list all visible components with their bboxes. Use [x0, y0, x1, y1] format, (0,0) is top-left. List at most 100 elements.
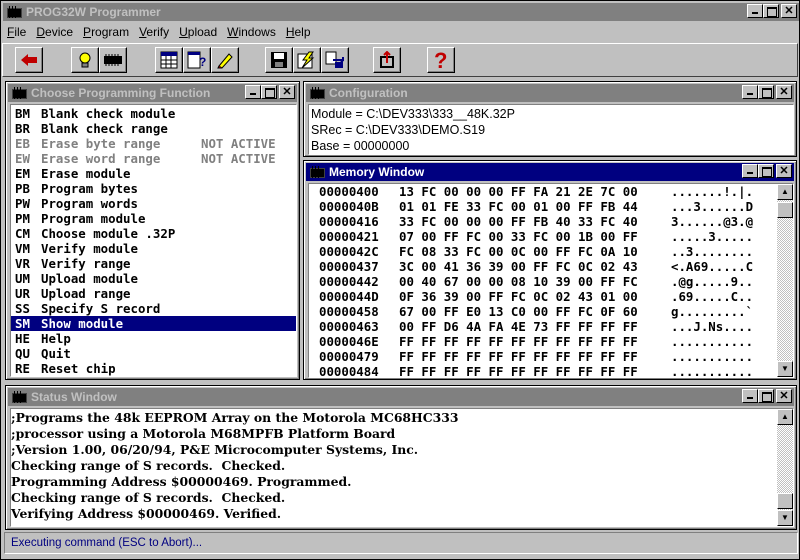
- scroll-down-arrow[interactable]: ▼: [777, 361, 793, 377]
- function-item-cm[interactable]: CM Choose module .32P: [11, 226, 296, 241]
- minimize-button[interactable]: [747, 4, 763, 18]
- scroll-up-arrow[interactable]: ▲: [777, 409, 793, 425]
- close-button[interactable]: ✕: [776, 164, 792, 178]
- function-item-um[interactable]: UM Upload module: [11, 271, 296, 286]
- memory-ascii: .....3.....: [671, 229, 754, 244]
- menu-file[interactable]: File: [2, 25, 31, 39]
- grid-button[interactable]: [155, 47, 183, 73]
- memory-bytes: FF FF FF FF FF FF FF FF FF FF FF: [399, 364, 638, 379]
- question-mark-icon: ?: [434, 49, 447, 71]
- help-button[interactable]: ?: [427, 47, 455, 73]
- window-chip-icon: [11, 390, 27, 404]
- close-button[interactable]: ✕: [279, 85, 295, 99]
- status-title-bar[interactable]: Status Window ✕: [8, 388, 794, 406]
- menu-windows[interactable]: Windows: [222, 25, 281, 39]
- minimize-button[interactable]: [742, 85, 758, 99]
- maximize-button[interactable]: [763, 4, 779, 18]
- memory-ascii: .69.....C..: [671, 289, 754, 304]
- choose-title-bar[interactable]: Choose Programming Function ✕: [8, 84, 297, 102]
- function-item-eb[interactable]: EB Erase byte range NOT ACTIVE: [11, 136, 296, 151]
- maximize-button[interactable]: [758, 164, 774, 178]
- close-button[interactable]: ✕: [776, 389, 792, 403]
- memory-bytes: 0F 36 39 00 FF FC 0C 02 43 01 00: [399, 289, 638, 304]
- scroll-up-arrow[interactable]: ▲: [777, 184, 793, 200]
- function-code: PB: [15, 181, 30, 196]
- program-button[interactable]: [293, 47, 321, 73]
- menu-label-rest: rogram: [91, 25, 130, 39]
- scroll-thumb[interactable]: [777, 493, 793, 509]
- status-log: ;Programs the 48k EEPROM Array on the Mo…: [10, 408, 794, 527]
- function-item-bm[interactable]: BM Blank check module: [11, 106, 296, 121]
- function-item-re[interactable]: RE Reset chip: [11, 361, 296, 376]
- function-item-em[interactable]: EM Erase module: [11, 166, 296, 181]
- maximize-button[interactable]: [758, 389, 774, 403]
- function-label: Erase module: [41, 166, 131, 181]
- function-label: Erase byte range: [41, 136, 161, 151]
- status-line: Checking range of S records. Checked.: [11, 458, 286, 473]
- memory-row: 00000442 00 40 67 00 00 08 10 39 00 FF FC…: [319, 274, 753, 289]
- function-item-ur[interactable]: UR Upload range: [11, 286, 296, 301]
- memory-address: 00000416: [319, 214, 379, 229]
- memory-window: Memory Window ✕ 00000400 13 FC 00 00 00 F…: [303, 160, 797, 380]
- memory-row: 00000479 FF FF FF FF FF FF FF FF FF FF FF…: [319, 349, 753, 364]
- close-button[interactable]: ✕: [781, 4, 797, 18]
- memory-ascii: ..3........: [671, 244, 754, 259]
- scroll-thumb[interactable]: [777, 202, 793, 218]
- scroll-down-arrow[interactable]: ▼: [777, 510, 793, 526]
- menu-upload[interactable]: Upload: [174, 25, 222, 39]
- pencil-button[interactable]: [211, 47, 239, 73]
- menu-device[interactable]: Device: [31, 25, 78, 39]
- function-item-pb[interactable]: PB Program bytes: [11, 181, 296, 196]
- memory-scrollbar[interactable]: ▲ ▼: [777, 184, 793, 377]
- base-address: Base = 00000000: [311, 139, 410, 153]
- help-cursor-button[interactable]: ?: [183, 47, 211, 73]
- pencil-icon: [217, 53, 233, 69]
- memory-title-bar[interactable]: Memory Window ✕: [306, 163, 794, 181]
- chip-button[interactable]: [99, 47, 127, 73]
- menu-help[interactable]: Help: [281, 25, 316, 39]
- status-scrollbar[interactable]: ▲ ▼: [777, 409, 793, 526]
- function-code: EM: [15, 166, 30, 181]
- memory-bytes: 07 00 FF FC 00 33 FC 00 1B 00 FF: [399, 229, 638, 244]
- function-item-he[interactable]: HE Help: [11, 331, 296, 346]
- memory-bytes: FF FF FF FF FF FF FF FF FF FF FF: [399, 349, 638, 364]
- function-item-br[interactable]: BR Blank check range: [11, 121, 296, 136]
- memory-bytes: 3C 00 41 36 39 00 FF FC 0C 02 43: [399, 259, 638, 274]
- menu-verify[interactable]: Verify: [134, 25, 174, 39]
- save-button[interactable]: [265, 47, 293, 73]
- function-label: Verify range: [41, 256, 131, 271]
- config-title-bar[interactable]: Configuration ✕: [306, 84, 794, 102]
- memory-ascii: ...........: [671, 364, 754, 379]
- memory-ascii: ...........: [671, 349, 754, 364]
- memory-rows: 00000400 13 FC 00 00 00 FF FA 21 2E 7C 00…: [319, 184, 753, 379]
- function-item-ss[interactable]: SS Specify S record: [11, 301, 296, 316]
- function-item-pm[interactable]: PM Program module: [11, 211, 296, 226]
- minimize-button[interactable]: [742, 389, 758, 403]
- lightbulb-button[interactable]: [71, 47, 99, 73]
- menu-program[interactable]: Program: [78, 25, 134, 39]
- transfer-button[interactable]: [321, 47, 349, 73]
- function-label: Program words: [41, 196, 138, 211]
- minimize-button[interactable]: [742, 164, 758, 178]
- grid-icon: [160, 51, 178, 69]
- maximize-button[interactable]: [758, 85, 774, 99]
- function-label: Show module: [41, 316, 124, 331]
- back-button[interactable]: [15, 47, 43, 73]
- function-item-vm[interactable]: VM Verify module: [11, 241, 296, 256]
- main-title-bar[interactable]: PROG32W Programmer ✕: [3, 3, 799, 21]
- function-item-sm[interactable]: SM Show module: [11, 316, 296, 331]
- memory-bytes: 00 40 67 00 00 08 10 39 00 FF FC: [399, 274, 638, 289]
- function-item-pw[interactable]: PW Program words: [11, 196, 296, 211]
- status-line: Programming Address $00000469. Programme…: [11, 474, 352, 489]
- menu-mnemonic: P: [83, 25, 92, 39]
- function-item-qu[interactable]: QU Quit: [11, 346, 296, 361]
- export-button[interactable]: [373, 47, 401, 73]
- function-item-ew[interactable]: EW Erase word range NOT ACTIVE: [11, 151, 296, 166]
- close-button[interactable]: ✕: [776, 85, 792, 99]
- config-panel: Module = C:\DEV333\333__48K.32P SRec = C…: [308, 104, 794, 155]
- function-item-vr[interactable]: VR Verify range: [11, 256, 296, 271]
- minimize-button[interactable]: [245, 85, 261, 99]
- maximize-button[interactable]: [261, 85, 277, 99]
- menu-mnemonic: D: [36, 25, 46, 39]
- export-icon: [380, 51, 394, 68]
